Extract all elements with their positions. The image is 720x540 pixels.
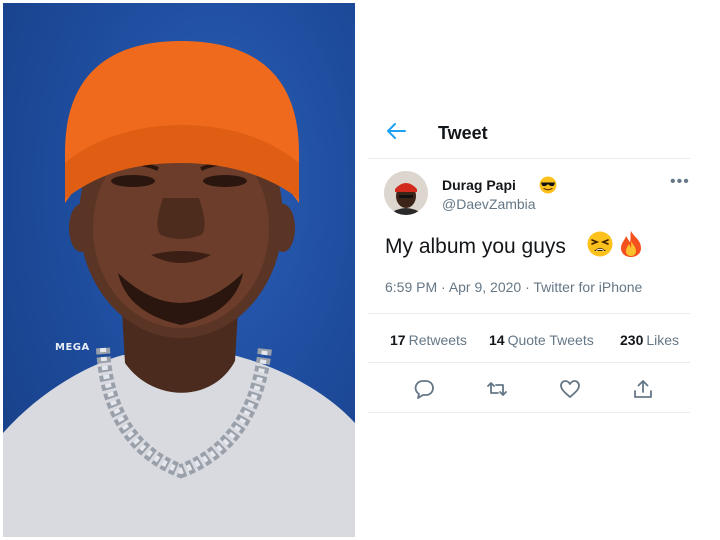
weary-face-emoji — [587, 231, 613, 257]
retweets-stat[interactable]: 17 Retweets — [390, 332, 467, 348]
tweet-stats: 17 Retweets 14 Quote Tweets 230 Likes — [368, 313, 690, 363]
reply-button[interactable] — [413, 378, 435, 400]
tweet-actions — [368, 365, 690, 413]
like-icon — [560, 380, 580, 398]
author-handle[interactable]: @DaevZambia — [442, 196, 536, 212]
back-arrow-icon[interactable] — [386, 122, 406, 140]
likes-count: 230 — [620, 332, 644, 348]
quotes-label: Quote Tweets — [507, 332, 594, 348]
smiling-face-with-sunglasses-emoji — [539, 176, 557, 194]
tweet-card: Tweet Durag Papi @DaevZambia ••• My albu… — [368, 103, 690, 420]
quotes-count: 14 — [489, 332, 505, 348]
tweet-author: Durag Papi @DaevZambia ••• — [384, 171, 689, 217]
artist-portrait-illustration — [3, 41, 355, 537]
likes-stat[interactable]: 230 Likes — [620, 332, 679, 348]
photo-watermark: MEGA — [55, 342, 90, 353]
retweets-label: Retweets — [408, 332, 467, 348]
share-button[interactable] — [632, 378, 654, 400]
more-options-icon[interactable]: ••• — [670, 173, 690, 191]
like-button[interactable] — [559, 378, 581, 400]
retweet-icon — [487, 382, 507, 396]
meta-separator: · — [441, 279, 449, 295]
artist-photo: MEGA — [3, 3, 355, 537]
quote-tweets-stat[interactable]: 14 Quote Tweets — [489, 332, 594, 348]
tweet-time: 6:59 PM — [385, 279, 438, 295]
likes-label: Likes — [646, 332, 680, 348]
reply-icon — [414, 380, 434, 399]
page-title: Tweet — [438, 123, 488, 143]
fire-emoji — [621, 231, 641, 257]
tweet-meta: 6:59 PM · Apr 9, 2020 · Twitter for iPho… — [385, 279, 642, 295]
avatar-image — [384, 171, 428, 215]
tweet-date: Apr 9, 2020 — [448, 279, 522, 295]
retweet-button[interactable] — [486, 378, 508, 400]
author-display-name[interactable]: Durag Papi — [442, 177, 516, 193]
tweet-source[interactable]: Twitter for iPhone — [533, 279, 642, 295]
share-icon — [634, 380, 652, 398]
tweet-header: Tweet — [368, 103, 690, 159]
retweets-count: 17 — [390, 332, 406, 348]
avatar[interactable] — [384, 171, 428, 215]
tweet-text: My album you guys — [385, 235, 566, 258]
